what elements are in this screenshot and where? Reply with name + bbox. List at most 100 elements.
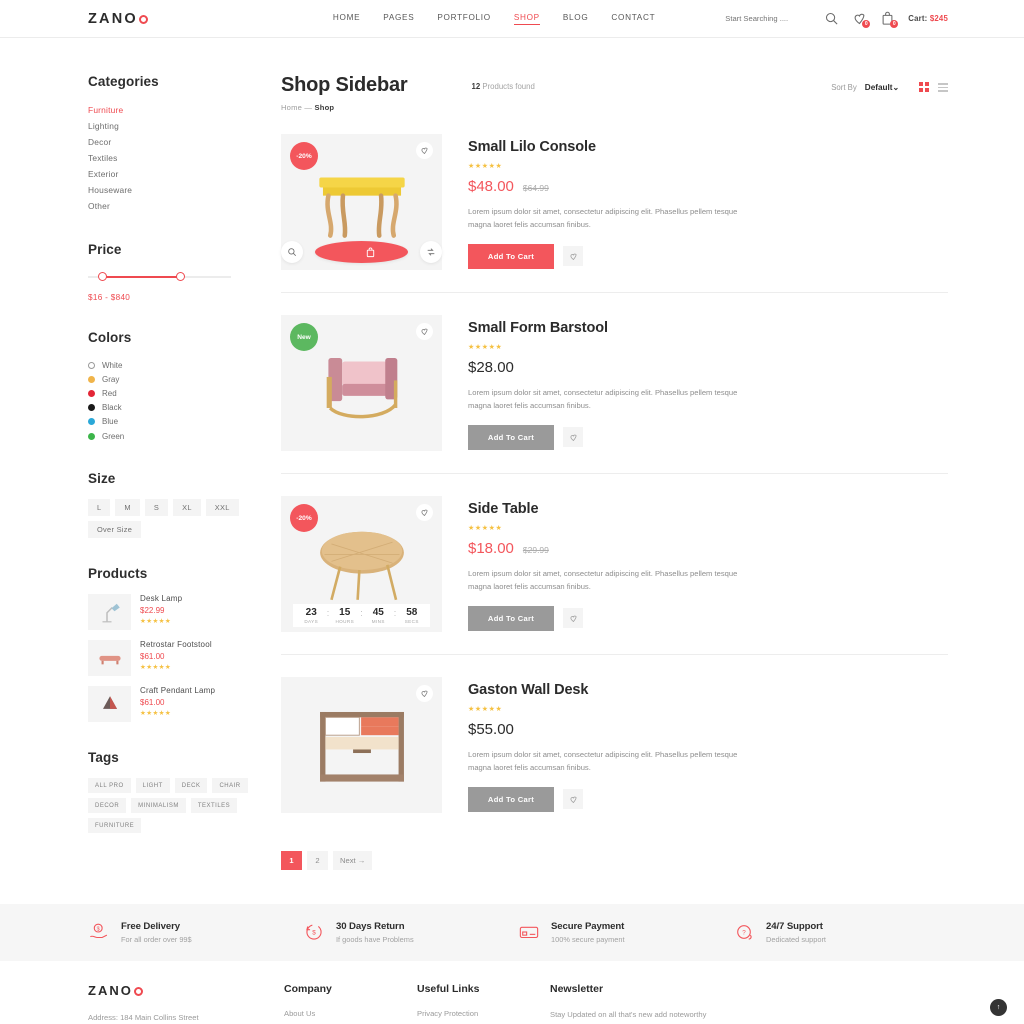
add-to-cart-button[interactable]: Add To Cart (468, 605, 554, 631)
size-chip-m[interactable]: M (115, 499, 140, 517)
footer-link[interactable]: Privacy Protection (417, 1009, 550, 1018)
product-row: New Small Form Barstool ★★★★★ $28.00 Lor… (281, 293, 948, 474)
tag-chip-deck[interactable]: DECK (174, 778, 208, 794)
list-view-icon[interactable] (938, 82, 948, 92)
tag-chip-furniture[interactable]: FURNITURE (88, 818, 142, 834)
categories-title: Categories (88, 74, 159, 89)
product-wishlist-icon[interactable] (416, 504, 433, 521)
product-wishlist-icon[interactable] (416, 323, 433, 340)
sidebar-product-info: Craft Pendant Lamp $61.00 ★★★★★ (140, 686, 215, 717)
feature-subtitle: For all order over 99$ (121, 934, 192, 944)
sidebar-product-item[interactable]: Desk Lamp $22.99 ★★★★★ (88, 594, 249, 631)
size-chip-over-size[interactable]: Over Size (88, 521, 142, 539)
pagination-item[interactable]: 1 (281, 851, 302, 870)
footer-link[interactable]: About Us (284, 1009, 417, 1018)
main-nav: HOME PAGES PORTFOLIO SHOP BLOG CONTACT (333, 13, 655, 25)
countdown-mins: 45 MINS (367, 608, 390, 624)
footer-logo[interactable]: ZANO (88, 983, 284, 998)
add-to-cart-button[interactable]: Add To Cart (468, 424, 554, 450)
sidebar-products-title: Products (88, 566, 148, 582)
color-option-blue[interactable]: Blue (88, 415, 249, 429)
wishlist-button[interactable] (563, 608, 583, 629)
category-item-exterior[interactable]: Exterior (88, 166, 249, 182)
sidebar-product-price: $61.00 (140, 698, 165, 708)
product-description: Lorem ipsum dolor sit amet, consectetur … (468, 388, 738, 411)
add-to-cart-icon[interactable] (315, 241, 408, 263)
tag-chip-textiles[interactable]: TEXTILES (190, 798, 238, 814)
size-chip-s[interactable]: S (144, 499, 169, 517)
scroll-to-top-button[interactable]: ↑ (990, 999, 1007, 1016)
category-item-decor[interactable]: Decor (88, 134, 249, 150)
slider-handle-max[interactable] (176, 272, 185, 281)
product-name[interactable]: Gaston Wall Desk (468, 682, 948, 698)
category-item-textiles[interactable]: Textiles (88, 150, 249, 166)
product-name[interactable]: Side Table (468, 501, 948, 517)
breadcrumb-home[interactable]: Home (281, 103, 302, 112)
countdown-hours-label: HOURS (335, 618, 355, 624)
product-name[interactable]: Small Form Barstool (468, 320, 948, 336)
footer-brand-column: ZANO Address: 184 Main Collins Street Ph… (88, 983, 284, 1024)
color-option-red[interactable]: Red (88, 386, 249, 400)
product-wishlist-icon[interactable] (416, 685, 433, 702)
size-chip-l[interactable]: L (88, 499, 111, 517)
product-price: $55.00 (468, 721, 514, 738)
products-found: 12 Products found (472, 82, 535, 91)
wishlist-button[interactable] (563, 789, 583, 810)
wishlist-button[interactable] (563, 427, 583, 448)
wishlist-icon[interactable]: 0 (852, 11, 871, 28)
search-icon[interactable] (824, 11, 839, 26)
tag-chip-all-pro[interactable]: ALL PRO (88, 778, 131, 794)
nav-item-portfolio[interactable]: PORTFOLIO (437, 13, 490, 25)
color-option-green[interactable]: Green (88, 429, 249, 443)
tag-chip-light[interactable]: LIGHT (135, 778, 170, 794)
add-to-cart-button[interactable]: Add To Cart (468, 243, 554, 269)
site-logo[interactable]: ZANO (88, 11, 148, 27)
credit-card-icon (518, 921, 540, 943)
product-name[interactable]: Small Lilo Console (468, 139, 948, 155)
sort-select[interactable]: Default⌄ (865, 82, 900, 92)
pagination-item[interactable]: Next → (333, 851, 373, 870)
product-price-row: $28.00 (468, 359, 948, 376)
sort-control: Sort By Default⌄ (831, 82, 900, 93)
nav-item-pages[interactable]: PAGES (383, 13, 414, 25)
nav-item-contact[interactable]: CONTACT (611, 13, 655, 25)
add-to-cart-button[interactable]: Add To Cart (468, 786, 554, 812)
nav-item-home[interactable]: HOME (333, 13, 360, 25)
countdown-days-value: 23 (305, 607, 317, 619)
product-image[interactable]: -20% 23 DAYS : 15 HOURS : 45 MINS : 58 S… (281, 496, 442, 632)
quick-view-icon[interactable] (281, 241, 303, 263)
sidebar-product-item[interactable]: Retrostar Footstool $61.00 ★★★★★ (88, 640, 249, 677)
tag-chip-decor[interactable]: DECOR (88, 798, 127, 814)
product-image[interactable]: -20% (281, 134, 442, 270)
size-chip-xxl[interactable]: XXL (205, 499, 239, 517)
tag-chip-chair[interactable]: CHAIR (212, 778, 248, 794)
category-item-furniture[interactable]: Furniture (88, 102, 249, 118)
product-description: Lorem ipsum dolor sit amet, consectetur … (468, 750, 738, 773)
color-option-black[interactable]: Black (88, 401, 249, 415)
wishlist-button[interactable] (563, 246, 583, 267)
nav-item-blog[interactable]: BLOG (563, 13, 589, 25)
shop-toolbar: Shop Sidebar Home — Shop 12 Products fou… (281, 74, 948, 112)
nav-item-shop[interactable]: SHOP (513, 13, 540, 25)
color-option-gray[interactable]: Gray (88, 372, 249, 386)
product-image[interactable] (281, 677, 442, 813)
slider-handle-min[interactable] (98, 272, 107, 281)
search-input[interactable] (725, 14, 812, 23)
category-item-lighting[interactable]: Lighting (88, 118, 249, 134)
pagination-item[interactable]: 2 (307, 851, 328, 870)
category-item-other[interactable]: Other (88, 198, 249, 214)
size-chip-xl[interactable]: XL (173, 499, 201, 517)
compare-icon[interactable] (420, 241, 442, 263)
grid-view-icon[interactable] (919, 82, 929, 92)
color-option-white[interactable]: White (88, 358, 249, 372)
breadcrumb: Home — Shop (281, 103, 408, 112)
product-countdown: 23 DAYS : 15 HOURS : 45 MINS : 58 SECS (293, 604, 430, 627)
tag-chip-minimalism[interactable]: MINIMALISM (131, 798, 186, 814)
product-wishlist-icon[interactable] (416, 142, 433, 159)
category-item-houseware[interactable]: Houseware (88, 182, 249, 198)
cart-icon[interactable]: 0 (880, 11, 899, 28)
price-slider[interactable] (88, 270, 249, 284)
cart-total[interactable]: Cart: $245 (908, 14, 948, 23)
product-image[interactable]: New (281, 315, 442, 451)
sidebar-product-item[interactable]: Craft Pendant Lamp $61.00 ★★★★★ (88, 686, 249, 723)
